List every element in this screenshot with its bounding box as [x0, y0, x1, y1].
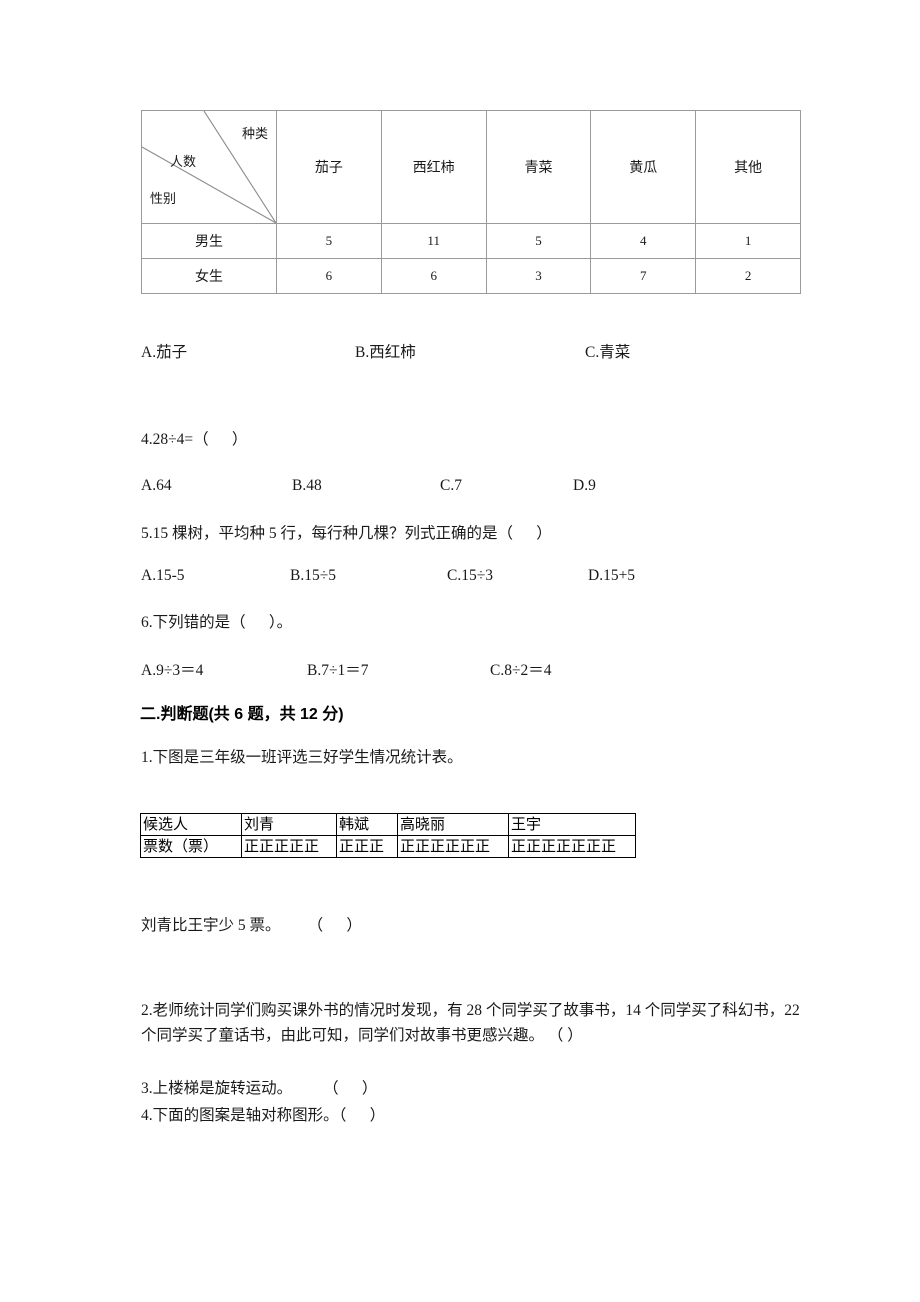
- document-page: 种类 人数 性别 茄子 西红柿 青菜 黄瓜 其他 男生 5 11 5 4 1 女…: [0, 0, 920, 1302]
- tally-candidate-name-2: 韩斌: [336, 813, 398, 836]
- q3-option-b: B.西红柿: [355, 344, 416, 361]
- corner-diagonal-box: 种类 人数 性别: [142, 111, 276, 223]
- section-two-q1-stem: 1.下图是三年级一班评选三好学生情况统计表。: [141, 749, 463, 766]
- q4-option-c: C.7: [440, 477, 462, 494]
- q6-option-c: C.8÷2＝4: [490, 662, 552, 679]
- cell-boys-tomato: 11: [380, 223, 487, 259]
- column-header-tomato: 西红柿: [380, 110, 487, 224]
- column-header-other: 其他: [695, 110, 801, 224]
- q4-option-a: A.64: [141, 477, 172, 494]
- vote-tally-table: 候选人 刘青 韩斌 高晓丽 王宇 票数（票） 正正正正正 正正正 正正正正正正 …: [140, 813, 636, 858]
- section-two-heading: 二.判断题(共 6 题，共 12 分): [140, 706, 344, 723]
- section-two-q1-statement: 刘青比王宇少 5 票。 （ ）: [141, 917, 362, 934]
- section-two-q4: 4.下面的图案是轴对称图形。（ ）: [141, 1107, 386, 1124]
- tally-candidate-name-4: 王宇: [508, 813, 636, 836]
- q4-option-b: B.48: [292, 477, 322, 494]
- column-header-cucumber: 黄瓜: [590, 110, 697, 224]
- q5-stem: 5.15 棵树，平均种 5 行，每行种几棵？列式正确的是（ ）: [141, 525, 552, 542]
- cell-boys-eggplant: 5: [276, 223, 382, 259]
- cell-boys-other: 1: [695, 223, 801, 259]
- table-header-row: 种类 人数 性别 茄子 西红柿 青菜 黄瓜 其他: [141, 110, 801, 224]
- table-corner-cell: 种类 人数 性别: [141, 110, 277, 224]
- tally-row-candidates: 候选人 刘青 韩斌 高晓丽 王宇: [140, 813, 636, 836]
- tally-marks-4: 正正正正正正正: [508, 835, 636, 858]
- cell-girls-other: 2: [695, 258, 801, 294]
- section-two-q3: 3.上楼梯是旋转运动。 （ ）: [141, 1080, 378, 1097]
- q3-option-c: C.青菜: [585, 344, 631, 361]
- row-label-girls: 女生: [141, 258, 277, 294]
- corner-label-count: 人数: [170, 154, 197, 169]
- corner-label-gender: 性别: [150, 191, 177, 206]
- tally-row-label-candidate: 候选人: [140, 813, 242, 836]
- q4-option-d: D.9: [573, 477, 596, 494]
- cell-girls-cucumber: 7: [590, 258, 697, 294]
- tally-row-votes: 票数（票） 正正正正正 正正正 正正正正正正 正正正正正正正: [140, 835, 636, 858]
- survey-table: 种类 人数 性别 茄子 西红柿 青菜 黄瓜 其他 男生 5 11 5 4 1 女…: [141, 110, 801, 294]
- q4-stem: 4.28÷4=（ ）: [141, 431, 248, 448]
- q6-option-b: B.7÷1＝7: [307, 662, 369, 679]
- vegetable-survey-table: 种类 人数 性别 茄子 西红柿 青菜 黄瓜 其他 男生 5 11 5 4 1 女…: [141, 110, 801, 294]
- table-row-girls: 女生 6 6 3 7 2: [141, 258, 801, 294]
- cell-boys-cucumber: 4: [590, 223, 697, 259]
- column-header-greens: 青菜: [485, 110, 592, 224]
- tally-candidate-name-3: 高晓丽: [397, 813, 509, 836]
- tally-marks-2: 正正正: [336, 835, 398, 858]
- tally-marks-3: 正正正正正正: [397, 835, 509, 858]
- q5-option-b: B.15÷5: [290, 567, 336, 584]
- tally-row-label-votes: 票数（票）: [140, 835, 242, 858]
- row-label-boys: 男生: [141, 223, 277, 259]
- tally-table: 候选人 刘青 韩斌 高晓丽 王宇 票数（票） 正正正正正 正正正 正正正正正正 …: [140, 813, 636, 858]
- section-two-q2: 2.老师统计同学们购买课外书的情况时发现，有 28 个同学买了故事书，14 个同…: [141, 1002, 800, 1045]
- tally-marks-1: 正正正正正: [241, 835, 337, 858]
- column-header-eggplant: 茄子: [276, 110, 382, 224]
- q6-stem: 6.下列错的是（ ）。: [141, 614, 293, 631]
- cell-boys-greens: 5: [485, 223, 592, 259]
- table-row-boys: 男生 5 11 5 4 1: [141, 223, 801, 259]
- q5-option-a: A.15-5: [141, 567, 185, 584]
- q6-option-a: A.9÷3＝4: [141, 662, 204, 679]
- q3-option-a: A.茄子: [141, 344, 188, 361]
- cell-girls-tomato: 6: [380, 258, 487, 294]
- q5-option-d: D.15+5: [588, 567, 636, 584]
- q5-option-c: C.15÷3: [447, 567, 493, 584]
- cell-girls-greens: 3: [485, 258, 592, 294]
- corner-label-kind: 种类: [241, 126, 268, 141]
- tally-candidate-name-1: 刘青: [241, 813, 337, 836]
- cell-girls-eggplant: 6: [276, 258, 382, 294]
